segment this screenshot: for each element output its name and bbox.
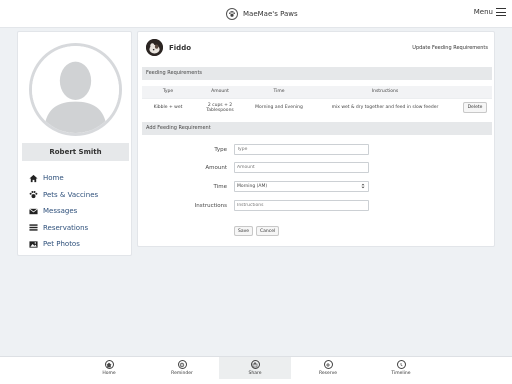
brand[interactable]: MaeMae's Paws (226, 8, 298, 20)
form-row-time: Time Morning (AM) (138, 181, 496, 193)
form-row-instructions: Instructions (138, 200, 496, 212)
type-input[interactable] (234, 144, 369, 155)
bottom-tab-bar: Home Reminder Share Reserve Timeline (0, 356, 512, 384)
tab-share[interactable]: Share (219, 357, 291, 379)
time-label: Time (213, 184, 227, 190)
hamburger-icon (496, 8, 506, 16)
column-header-amount: Amount (194, 86, 246, 98)
app-title: MaeMae's Paws (243, 10, 298, 18)
cell-amount-line2: Tablespoons (206, 107, 234, 113)
tab-label: Reserve (318, 371, 338, 376)
add-feeding-section-header: Add Feeding Requirement (142, 122, 492, 135)
list-icon (29, 223, 38, 232)
tab-label: Timeline (391, 371, 411, 376)
column-header-action (458, 86, 492, 98)
tab-label: Share (248, 371, 262, 376)
instructions-label: Instructions (194, 203, 227, 209)
menu-label: Menu (473, 8, 493, 16)
sidebar-item-reservations[interactable]: Reservations (29, 220, 98, 237)
feeding-table: Type Amount Time Instructions Kibble + w… (142, 86, 492, 117)
sidebar-item-label: Reservations (43, 223, 89, 232)
top-bar: MaeMae's Paws Menu (0, 0, 512, 28)
sidebar-item-label: Messages (43, 207, 78, 216)
sidebar-item-messages[interactable]: Messages (29, 203, 98, 220)
select-arrows-icon (361, 183, 365, 191)
amount-label: Amount (205, 165, 227, 171)
envelope-icon (29, 207, 38, 216)
plus-icon (323, 360, 333, 369)
table-header-row: Type Amount Time Instructions (142, 86, 492, 98)
amount-input[interactable] (234, 162, 369, 173)
column-header-type: Type (142, 86, 194, 98)
sidebar-item-home[interactable]: Home (29, 170, 98, 187)
share-icon (250, 360, 260, 369)
home-circle-icon (104, 360, 114, 369)
cancel-button[interactable]: Cancel (256, 226, 280, 236)
type-label: Type (214, 147, 227, 153)
delete-button[interactable]: Delete (462, 102, 488, 114)
tab-label: Home (102, 371, 116, 376)
tab-timeline[interactable]: Timeline (365, 357, 437, 379)
tab-reserve[interactable]: Reserve (292, 357, 364, 379)
cell-action: Delete (458, 97, 492, 117)
update-feeding-link[interactable]: Update Feeding Requirements (412, 45, 488, 51)
paw-logo-icon (226, 8, 238, 20)
time-select-value: Morning (AM) (237, 184, 268, 189)
table-row: Kibble + wet 2 cups + 2 Tablespoons Morn… (142, 97, 492, 117)
paw-icon (29, 190, 38, 199)
user-name: Robert Smith (22, 143, 129, 161)
pet-feeding-card: Fiddo Update Feeding Requirements Feedin… (137, 31, 495, 247)
timeline-icon (396, 360, 406, 369)
form-row-amount: Amount (138, 162, 496, 174)
form-row-type: Type (138, 144, 496, 156)
gear-icon (177, 360, 187, 369)
cell-time: Morning and Evening (246, 97, 312, 117)
column-header-instructions: Instructions (312, 86, 458, 98)
cell-instructions: mix wet & dry together and feed in slow … (312, 97, 458, 117)
profile-card: Robert Smith Home Pets & Vaccines Messag… (17, 31, 132, 256)
tab-home[interactable]: Home (73, 357, 145, 379)
tab-reminder[interactable]: Reminder (146, 357, 218, 379)
sidebar-item-pets-vaccines[interactable]: Pets & Vaccines (29, 187, 98, 204)
avatar (29, 43, 122, 136)
sidebar-nav: Home Pets & Vaccines Messages Reservatio… (29, 170, 98, 253)
time-select[interactable]: Morning (AM) (234, 181, 369, 192)
cell-type: Kibble + wet (142, 97, 194, 117)
pet-name: Fiddo (169, 44, 192, 52)
sidebar-item-pet-photos[interactable]: Pet Photos (29, 236, 98, 253)
feeding-section-header: Feeding Requirements (142, 67, 492, 80)
cell-amount: 2 cups + 2 Tablespoons (194, 97, 246, 117)
instructions-input[interactable] (234, 200, 369, 211)
pet-avatar (146, 39, 163, 56)
sidebar-item-label: Pet Photos (43, 240, 80, 249)
photo-icon (29, 240, 38, 249)
menu-button[interactable]: Menu (474, 8, 506, 16)
tab-label: Reminder (171, 371, 193, 376)
home-icon (29, 174, 38, 183)
sidebar-item-label: Pets & Vaccines (43, 190, 99, 199)
column-header-time: Time (246, 86, 312, 98)
sidebar-item-label: Home (43, 174, 64, 183)
save-button[interactable]: Save (234, 226, 254, 236)
